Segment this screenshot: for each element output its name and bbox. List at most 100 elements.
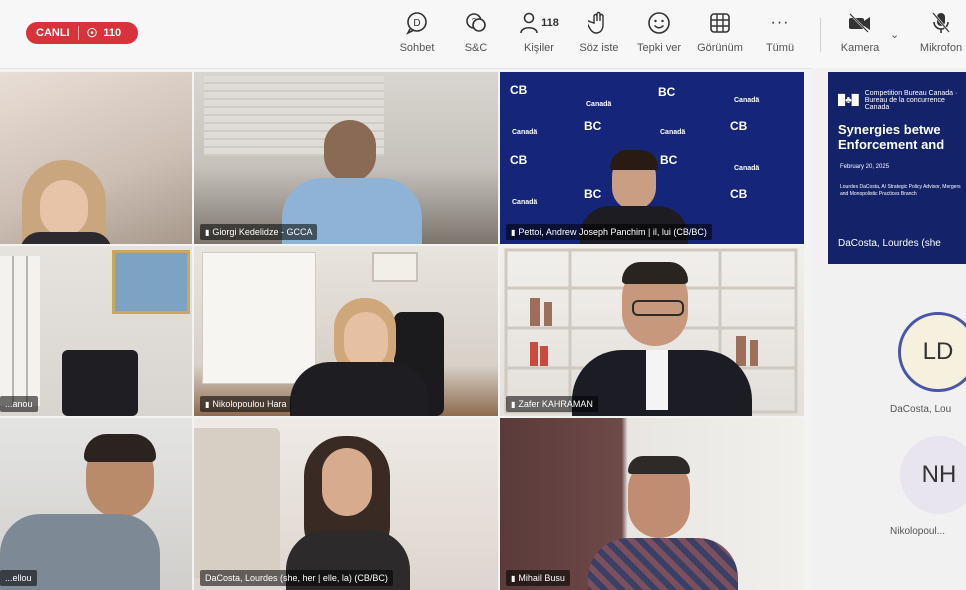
people-label: Kişiler	[524, 42, 554, 54]
participant-name-tag: DaCosta, Lourdes (she, her | elle, la) (…	[200, 570, 393, 586]
participant-hair	[622, 262, 688, 284]
participant-clothing	[290, 362, 430, 416]
svg-text:CB: CB	[510, 153, 528, 167]
slide-date: February 20, 2025	[840, 164, 890, 170]
video-tile-mihail[interactable]: ▮ Mihail Busu	[500, 418, 804, 590]
slide-title: Synergies betwe Enforcement and	[838, 122, 944, 152]
slide-org: Competition Bureau Canada · Bureau de la…	[864, 90, 958, 111]
chat-button[interactable]: D Sohbet	[395, 10, 439, 60]
slide-title-line-1: Synergies betwe	[838, 122, 941, 137]
participant-name-tag: ▮ Mihail Busu	[506, 570, 570, 586]
participant-name: Giorgi Kedelidze - GCCA	[212, 227, 313, 237]
raise-hand-button[interactable]: Söz iste	[576, 10, 622, 60]
camera-options-chevron-icon[interactable]: ⌄	[890, 28, 899, 41]
video-tile-zafer[interactable]: ▮ Zafer KAHRAMAN	[500, 246, 804, 416]
participant-face	[40, 180, 88, 236]
qa-button[interactable]: ? S&C	[454, 10, 498, 60]
svg-text:BC: BC	[584, 187, 602, 201]
avatar-initials: LD	[922, 338, 954, 365]
view-button[interactable]: Görünüm	[693, 10, 747, 60]
svg-text:BC: BC	[584, 119, 602, 133]
participant-name: ...anou	[5, 399, 33, 409]
background-shelf	[194, 428, 280, 578]
svg-text:BC: BC	[660, 153, 678, 167]
mic-indicator-icon: ▮	[205, 400, 210, 409]
camera-off-icon	[847, 10, 873, 36]
view-label: Görünüm	[697, 42, 743, 54]
canada-flag-icon: █♣█	[838, 95, 859, 106]
participant-clothing	[20, 232, 112, 244]
participant-name: Pettoi, Andrew Joseph Panchim | il, lui …	[518, 227, 707, 237]
video-tile-dacosta[interactable]: DaCosta, Lourdes (she, her | elle, la) (…	[194, 418, 498, 590]
video-tile-andrew[interactable]: CB Canadä BC Canadä BC Canadä CB Canadä CB BC…	[500, 72, 804, 244]
participant-name-tag: ▮ Giorgi Kedelidze - GCCA	[200, 224, 318, 240]
participant-shirt	[588, 538, 738, 590]
participant-name: Nikolopoulou Hara	[212, 399, 287, 409]
svg-text:Canadä: Canadä	[734, 97, 759, 104]
participant-hair	[628, 456, 690, 474]
reaction-label: Tepki ver	[636, 42, 682, 54]
participant-name: ...ellou	[5, 573, 32, 583]
participant-hair	[610, 150, 658, 170]
svg-text:?: ?	[472, 17, 477, 26]
participant-name: Zafer KAHRAMAN	[518, 399, 593, 409]
shared-presentation[interactable]: █♣█ Competition Bureau Canada · Bureau d…	[828, 72, 966, 264]
svg-text:CB: CB	[730, 119, 748, 133]
side-participant-name: Nikolopoul...	[890, 526, 946, 537]
mic-label: Mikrofon	[919, 42, 963, 54]
participant-face	[322, 448, 372, 516]
camera-label: Kamera	[840, 42, 880, 54]
people-count: 118	[541, 17, 559, 29]
reaction-icon	[647, 10, 671, 36]
participant-name: Mihail Busu	[518, 573, 565, 583]
glasses	[632, 300, 684, 316]
video-tile-woman-blonde[interactable]	[0, 72, 192, 244]
avatar-initials: NH	[921, 461, 957, 488]
headset	[84, 434, 156, 462]
raise-hand-label: Söz iste	[579, 42, 619, 54]
people-button[interactable]: 118 Kişiler	[512, 10, 566, 60]
participant-face	[344, 312, 388, 368]
window	[0, 256, 40, 406]
more-button[interactable]: ··· Tümü	[760, 10, 800, 60]
raise-hand-icon	[588, 10, 610, 36]
video-tile-anou[interactable]: ...anou	[0, 246, 192, 416]
svg-text:Canadä: Canadä	[512, 129, 537, 136]
live-badge: CANLI ☉ 110	[26, 22, 138, 44]
door-panel	[202, 252, 316, 384]
wall-painting	[112, 250, 190, 314]
participant-face	[324, 120, 376, 182]
participant-name-tag: ...anou	[0, 396, 38, 412]
view-grid-icon	[709, 10, 731, 36]
reaction-button[interactable]: Tepki ver	[634, 10, 684, 60]
office-chair	[62, 350, 138, 416]
slide-logos: █♣█ Competition Bureau Canada · Bureau d…	[838, 90, 966, 111]
slide-description: Lourdes DaCosta, A/ Strategic Policy Adv…	[840, 184, 961, 197]
video-tile-nikolopoulou[interactable]: ▮ Nikolopoulou Hara	[194, 246, 498, 416]
svg-text:Canadä: Canadä	[734, 165, 759, 172]
toolbar-divider	[820, 18, 821, 52]
wall-frame	[372, 252, 418, 282]
participant-name-tag: ▮ Pettoi, Andrew Joseph Panchim | il, lui…	[506, 224, 712, 240]
video-tile-giorgi[interactable]: ▮ Giorgi Kedelidze - GCCA	[194, 72, 498, 244]
svg-text:D: D	[413, 18, 420, 29]
participant-name-tag: ▮ Nikolopoulou Hara	[200, 396, 292, 412]
mic-button[interactable]: Mikrofon	[915, 10, 966, 60]
svg-text:BC: BC	[658, 85, 676, 99]
svg-text:CB: CB	[510, 83, 528, 97]
mic-off-icon	[930, 10, 952, 36]
svg-text:Canadä: Canadä	[512, 199, 537, 206]
more-icon: ···	[770, 14, 790, 31]
qa-icon: ?	[464, 10, 488, 36]
qa-label: S&C	[464, 42, 488, 54]
mic-indicator-icon: ▮	[205, 228, 210, 237]
presenter-name: DaCosta, Lourdes (she	[838, 238, 941, 249]
eye-icon: ☉	[86, 26, 98, 40]
svg-text:Canadä: Canadä	[660, 129, 685, 136]
participant-name-tag: ▮ Zafer KAHRAMAN	[506, 396, 598, 412]
mic-indicator-icon: ▮	[511, 400, 516, 409]
participant-shirt	[646, 350, 668, 410]
video-tile-ellou[interactable]: ...ellou	[0, 418, 192, 590]
live-label: CANLI	[26, 26, 79, 40]
camera-button[interactable]: Kamera	[836, 10, 884, 60]
